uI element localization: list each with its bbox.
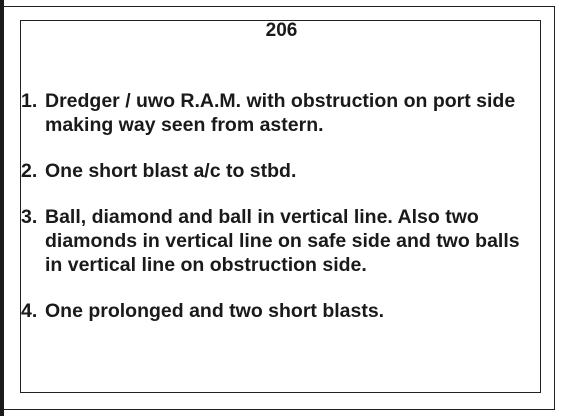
answer-number: 1. — [21, 90, 38, 112]
answer-text: One short blast a/c to stbd. — [45, 160, 297, 182]
answer-text: One prolonged and two short blasts. — [45, 300, 385, 322]
answer-number: 3. — [21, 206, 38, 228]
answer-card: 206 1. Dredger / uwo R.A.M. with obstruc… — [20, 20, 541, 393]
answer-text: Ball, diamond and ball in vertical line.… — [45, 206, 520, 276]
answer-number: 2. — [21, 160, 38, 182]
answer-text: Dredger / uwo R.A.M. with obstruction on… — [45, 90, 516, 136]
answer-number: 4. — [21, 300, 38, 322]
page: 206 1. Dredger / uwo R.A.M. with obstruc… — [0, 0, 562, 416]
answer-item: 2. One short blast a/c to stbd. — [21, 159, 531, 183]
answer-list: 1. Dredger / uwo R.A.M. with obstruction… — [21, 89, 531, 345]
answer-item: 3. Ball, diamond and ball in vertical li… — [21, 205, 531, 277]
answer-item: 1. Dredger / uwo R.A.M. with obstruction… — [21, 89, 531, 137]
card-number: 206 — [265, 20, 298, 41]
answer-item: 4. One prolonged and two short blasts. — [21, 299, 531, 323]
